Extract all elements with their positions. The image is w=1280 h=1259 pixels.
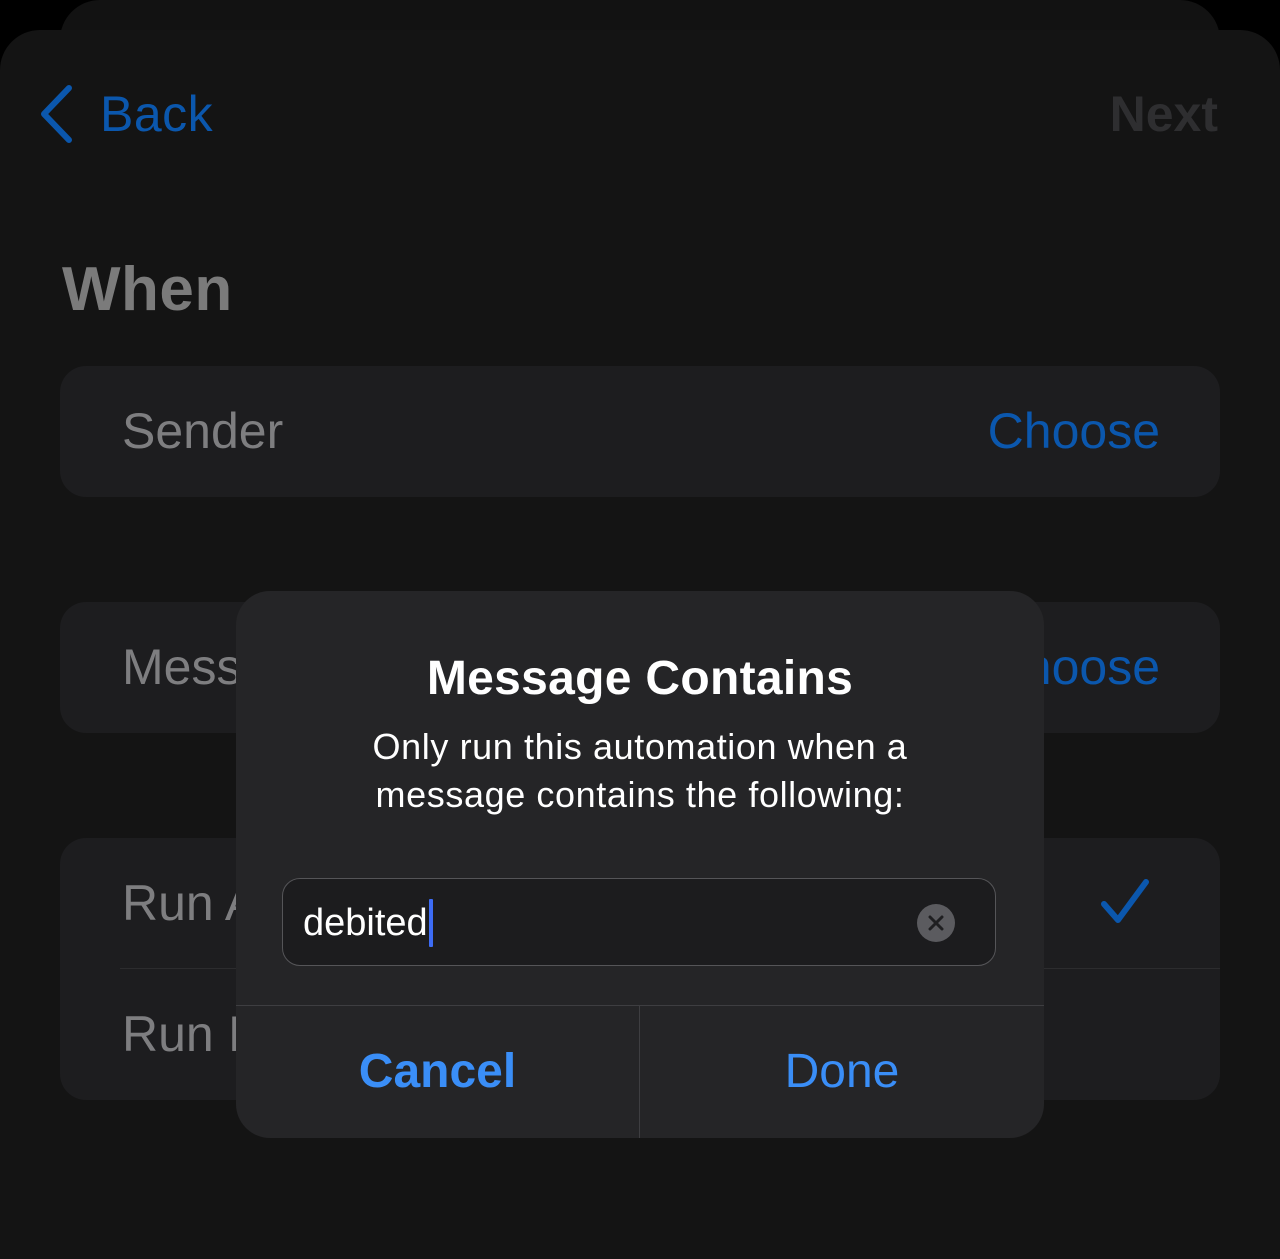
done-button[interactable]: Done: [640, 1006, 1044, 1138]
sender-label: Sender: [122, 403, 284, 459]
checkmark-icon: [1100, 878, 1150, 931]
section-title: When: [62, 255, 233, 324]
next-button[interactable]: Next: [1110, 84, 1218, 144]
message-text-field[interactable]: debited: [282, 878, 996, 966]
sender-choose-button[interactable]: Choose: [988, 366, 1160, 497]
dialog-message: Only run this automation when a message …: [372, 726, 908, 815]
text-field-value: debited: [303, 902, 428, 944]
message-contains-dialog: Message Contains Only run this automatio…: [236, 591, 1044, 1138]
screen: Back Next When Sender Choose Mess noose …: [0, 0, 1280, 1259]
sender-row[interactable]: Sender Choose: [60, 366, 1220, 497]
back-button[interactable]: Back: [38, 84, 213, 144]
text-field-value-wrap: debited: [303, 879, 433, 967]
message-choose-button[interactable]: noose: [1024, 602, 1160, 733]
clear-text-button[interactable]: [917, 904, 955, 942]
cancel-button[interactable]: Cancel: [236, 1006, 639, 1138]
run-immediately-label: Run I: [122, 1006, 242, 1062]
sender-card: Sender Choose: [60, 366, 1220, 497]
message-label: Mess: [122, 639, 242, 695]
back-label: Back: [100, 86, 214, 142]
dialog-title: Message Contains: [426, 652, 854, 705]
chevron-left-icon: [38, 84, 74, 144]
text-caret: [428, 899, 433, 947]
